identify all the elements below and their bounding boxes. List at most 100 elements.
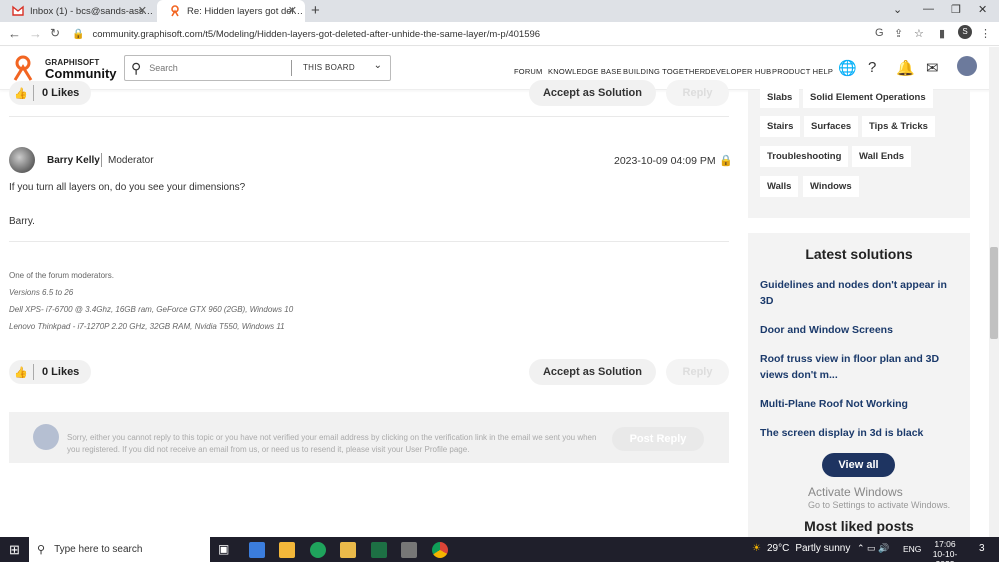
graphisoft-logo-icon[interactable] [12,55,34,81]
signature-line: Versions 6.5 to 26 [9,288,74,297]
notification-bell-icon[interactable]: 🔔 [896,59,915,77]
solution-link[interactable]: Guidelines and nodes don't appear in 3D [760,277,960,309]
thumbs-up-icon[interactable]: 👍 [9,87,33,100]
solution-link[interactable]: Multi-Plane Roof Not Working [760,396,960,412]
tag-wall-ends[interactable]: Wall Ends [852,146,912,167]
nav-product-help[interactable]: PRODUCT HELP [772,67,833,76]
post-reply-button[interactable]: Post Reply [612,427,704,451]
language-indicator[interactable]: ENG [903,544,921,554]
chevron-down-icon[interactable]: ⌄ [374,60,382,71]
divider [9,116,729,117]
close-icon[interactable]: ✕ [288,4,297,17]
solution-link[interactable]: The screen display in 3d is black [760,425,960,441]
tab-gmail[interactable]: Inbox (1) - bcs@sands-associate ✕ [0,0,155,22]
likes-count: 0 Likes [42,366,80,378]
tab-title: Inbox (1) - bcs@sands-associate [30,5,155,17]
search-box: ⚲ THIS BOARD ⌄ [124,55,391,81]
gmail-icon [12,5,24,16]
reload-icon[interactable]: ↻ [50,26,60,40]
user-avatar[interactable] [957,56,977,76]
search-scope-select[interactable]: THIS BOARD [303,63,355,72]
task-view-icon[interactable]: ▣ [218,542,234,558]
latest-solutions-title: Latest solutions [805,246,913,262]
activate-windows-title: Activate Windows [808,485,903,499]
tab-search-icon[interactable]: ⌄ [893,3,902,16]
nav-forum[interactable]: FORUM [514,67,543,76]
accept-solution-button[interactable]: Accept as Solution [529,359,656,385]
url-text: community.graphisoft.com/t5/Modeling/Hid… [92,28,541,40]
likes-pill: 👍 0 Likes [9,360,92,384]
accept-solution-button[interactable]: Accept as Solution [529,80,656,106]
reply-restriction-box: Sorry, either you cannot reply to this t… [9,412,729,463]
browser-toolbar: ← → ↻ 🔒 community.graphisoft.com/t5/Mode… [0,22,999,46]
tray-icons[interactable]: ⌃ ▭ 🔊 [857,543,889,554]
search-input[interactable] [149,63,280,73]
author-avatar[interactable] [9,147,35,173]
notifications-icon[interactable]: 3 [979,543,985,554]
temperature: 29°C [766,543,790,554]
file-explorer-icon[interactable] [340,542,356,558]
signature-line: Lenovo Thinkpad - i7-1270P 2.20 GHz, 32G… [9,322,285,331]
nav-developer-hub[interactable]: DEVELOPER HUB [705,67,771,76]
minimize-icon[interactable]: — [923,3,934,15]
tag-windows[interactable]: Windows [803,176,859,197]
author-role: Moderator [108,155,154,166]
menu-icon[interactable]: ⋮ [980,27,991,40]
new-tab-icon[interactable]: + [311,2,320,19]
tag-walls[interactable]: Walls [760,176,799,197]
logo-community: Community [45,66,117,81]
thumbs-up-icon[interactable]: 👍 [9,366,33,379]
tag-stairs[interactable]: Stairs [760,116,801,137]
clock[interactable]: 17:06 10-10-2023 [925,539,965,569]
post-date: 2023-10-09 04:09 PM [614,155,716,167]
profile-avatar[interactable]: S [958,25,972,39]
reply-button[interactable]: Reply [666,359,729,385]
excel-icon[interactable] [371,542,387,558]
graphisoft-icon [171,5,179,17]
author-name[interactable]: Barry Kelly [47,155,100,166]
side-panel-icon[interactable]: ▮ [939,27,945,40]
reply-restriction-text: Sorry, either you cannot reply to this t… [67,433,597,454]
tags-panel: Slabs Solid Element Operations Stairs Su… [748,87,970,218]
windows-start-icon[interactable]: ⊞ [9,542,20,558]
google-icon[interactable]: G [875,27,884,39]
tag-tips-tricks[interactable]: Tips & Tricks [862,116,935,137]
mail-app-icon[interactable] [249,542,265,558]
tag-slabs[interactable]: Slabs [760,87,800,108]
solution-link[interactable]: Door and Window Screens [760,322,960,338]
globe-icon[interactable]: 🌐 [838,59,857,77]
signature-line: One of the forum moderators. [9,271,114,280]
reply-button[interactable]: Reply [666,80,729,106]
restore-icon[interactable]: ❐ [951,3,961,16]
mail-icon[interactable]: ✉ [926,59,939,77]
help-icon[interactable]: ? [868,59,876,76]
view-all-button[interactable]: View all [822,453,895,477]
tag-surfaces[interactable]: Surfaces [804,116,859,137]
back-icon[interactable]: ← [8,26,21,41]
edge-icon[interactable] [310,542,326,558]
tab-graphisoft[interactable]: Re: Hidden layers got deleted, a ✕ [157,0,305,22]
weather-widget[interactable]: ☀ 29°C Partly sunny [752,543,850,554]
divider [9,241,729,242]
scrollbar-thumb[interactable] [990,247,998,339]
share-icon[interactable]: ⇪ [894,27,903,40]
bookmark-star-icon[interactable]: ☆ [914,27,924,40]
clock-date: 10-10-2023 [932,549,958,569]
solution-link[interactable]: Roof truss view in floor plan and 3D vie… [760,351,960,383]
nav-building-together[interactable]: BUILDING TOGETHER [623,67,705,76]
likes-pill: 👍 0 Likes [9,81,92,105]
close-icon[interactable]: ✕ [138,4,147,17]
forward-icon[interactable]: → [29,26,42,41]
weather-sun-icon: ☀ [752,543,761,554]
nav-knowledge-base[interactable]: KNOWLEDGE BASE [548,67,622,76]
search-icon[interactable]: ⚲ [131,60,141,77]
chrome-icon[interactable] [432,542,448,558]
address-bar[interactable]: 🔒 community.graphisoft.com/t5/Modeling/H… [72,25,540,43]
calendar-app-icon[interactable] [279,542,295,558]
tag-solid-element-operations[interactable]: Solid Element Operations [803,87,933,108]
archicad-icon[interactable] [401,542,417,558]
taskbar-search[interactable]: ⚲ Type here to search [29,537,210,562]
tag-troubleshooting[interactable]: Troubleshooting [760,146,849,167]
window-close-icon[interactable]: ✕ [978,3,987,16]
page-scrollbar[interactable] [989,47,999,537]
